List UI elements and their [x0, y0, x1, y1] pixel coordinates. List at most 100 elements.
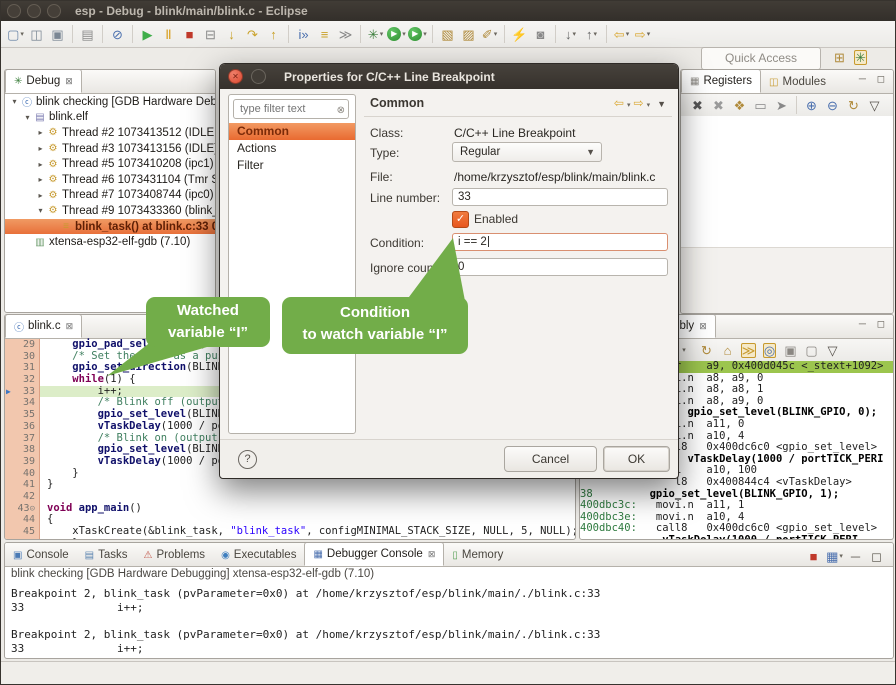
tab-modules[interactable]: ◫ Modules: [761, 71, 834, 93]
view-menu-icon[interactable]: ▽: [822, 340, 843, 360]
tab-debug[interactable]: ✳ Debug ⊠: [5, 69, 82, 93]
chevron-down-icon[interactable]: ▾: [647, 102, 651, 109]
console-output[interactable]: Breakpoint 2, blink_task (pvParameter=0x…: [11, 587, 891, 656]
home-icon[interactable]: ⌂: [717, 340, 738, 360]
type-select[interactable]: Regular▼: [452, 142, 602, 162]
tab-debugger-console[interactable]: ▦Debugger Console⊠: [304, 542, 444, 566]
line-number[interactable]: 30: [5, 351, 40, 363]
close-icon[interactable]: ⊠: [65, 76, 73, 87]
next-annotation-icon[interactable]: ↓▾: [560, 24, 581, 44]
tab-memory[interactable]: ▯Memory: [444, 544, 511, 566]
breakpoint-icon[interactable]: ▶: [6, 386, 11, 398]
search-icon[interactable]: ✐▾: [479, 24, 500, 44]
drop-to-frame-icon[interactable]: ≡: [314, 24, 335, 44]
close-icon[interactable]: ⊠: [699, 321, 707, 332]
debug-tree-row[interactable]: ▸⚙Thread #2 1073413512 (IDLE : Running): [5, 125, 215, 141]
forward-icon[interactable]: ⇨: [634, 96, 644, 110]
binary-icon[interactable]: ▤: [77, 24, 98, 44]
twisty-icon[interactable]: ▸: [35, 128, 46, 137]
minimize-icon[interactable]: ─: [845, 546, 866, 566]
dialog-nav-item-common[interactable]: Common: [229, 123, 355, 140]
twisty-icon[interactable]: ▾: [9, 97, 20, 106]
dialog-maximize-icon[interactable]: [251, 69, 266, 84]
tab-executables[interactable]: ◉Executables: [213, 544, 304, 566]
line-number[interactable]: [5, 538, 40, 540]
external-tools-icon[interactable]: ▶▾: [407, 24, 428, 44]
twisty-icon[interactable]: ▸: [35, 175, 46, 184]
fold-icon[interactable]: ⊝: [30, 504, 35, 514]
line-number[interactable]: 41: [5, 479, 40, 491]
line-number[interactable]: 32: [5, 374, 40, 386]
line-number[interactable]: 39: [5, 456, 40, 468]
back-icon[interactable]: ⇦: [614, 96, 624, 110]
window-close-icon[interactable]: [7, 4, 21, 18]
line-number[interactable]: 40: [5, 468, 40, 480]
back-icon[interactable]: ⇦▾: [611, 24, 632, 44]
pin-icon[interactable]: ▭: [750, 95, 771, 115]
debug-tree-row[interactable]: ▾⚙Thread #9 1073433360 (blink_task : S: [5, 203, 215, 219]
code-line[interactable]: 43⊝void app_main(): [5, 503, 575, 515]
cancel-button[interactable]: Cancel: [504, 446, 597, 472]
forward-icon[interactable]: ⇨▾: [632, 24, 653, 44]
twisty-icon[interactable]: ▸: [35, 160, 46, 169]
tab-tasks[interactable]: ▤Tasks: [77, 544, 136, 566]
dialog-close-icon[interactable]: ✕: [228, 69, 243, 84]
debug-tree-row[interactable]: ▾ⓒblink checking [GDB Hardware Debugging…: [5, 94, 215, 110]
debug-tree-row[interactable]: ▾▤blink.elf: [5, 110, 215, 126]
code-line[interactable]: 45 xTaskCreate(&blink_task, "blink_task"…: [5, 526, 575, 538]
close-icon[interactable]: ⊠: [66, 321, 74, 332]
dialog-nav-item-filter[interactable]: Filter: [229, 157, 355, 174]
ignore-count-input[interactable]: [452, 258, 668, 276]
line-number[interactable]: 29: [5, 339, 40, 351]
tab-registers[interactable]: ▦ Registers: [681, 69, 761, 93]
chevron-down-icon[interactable]: ▾: [627, 102, 631, 109]
line-number[interactable]: 33▶: [5, 386, 40, 398]
line-number[interactable]: 36: [5, 421, 40, 433]
twisty-icon[interactable]: ▾: [22, 113, 33, 122]
open-perspective-icon[interactable]: ⊞: [829, 47, 850, 67]
view-menu-icon[interactable]: ▽: [864, 95, 885, 115]
minimize-maximize-icons[interactable]: ─ ◻: [859, 319, 889, 330]
window-maximize-icon[interactable]: [47, 4, 61, 18]
step-filters-icon[interactable]: ≫: [335, 24, 356, 44]
debug-tree-row[interactable]: ▸⚙Thread #6 1073431104 (Tmr Svc) (Susp: [5, 172, 215, 188]
disassembly-line[interactable]: vTaskDelay(1000 / portTICK_PERI: [580, 535, 893, 540]
suspend-icon[interactable]: Ⅱ: [158, 24, 179, 44]
display-console-icon[interactable]: ▦▾: [824, 546, 845, 566]
debug-tree-row[interactable]: ≡blink_task() at blink.c:33 0x400dbc2b: [5, 219, 215, 235]
restore-icon[interactable]: ↻: [843, 95, 864, 115]
twisty-icon[interactable]: ▾: [35, 206, 46, 215]
minimize-maximize-icons[interactable]: ─ ◻: [859, 74, 889, 85]
line-number[interactable]: 42: [5, 491, 40, 503]
instruction-stepping-icon[interactable]: i»: [293, 24, 314, 44]
close-icon[interactable]: ⊠: [428, 549, 436, 560]
code-line[interactable]: 41}: [5, 479, 575, 491]
new-view-icon[interactable]: ▣: [780, 340, 801, 360]
remove-all-icon[interactable]: ✖: [708, 95, 729, 115]
debug-tree-row[interactable]: ▥xtensa-esp32-elf-gdb (7.10): [5, 234, 215, 250]
twisty-icon[interactable]: ▸: [35, 191, 46, 200]
debug-icon[interactable]: ✳▾: [365, 24, 386, 44]
filter-input[interactable]: [233, 99, 349, 119]
line-number[interactable]: 45: [5, 526, 40, 538]
help-button[interactable]: ?: [238, 450, 257, 469]
run-icon[interactable]: ▶▾: [386, 24, 407, 44]
expand-icon[interactable]: ⊕: [801, 95, 822, 115]
view-menu-icon[interactable]: ▼: [657, 99, 666, 109]
tab-console[interactable]: ▣Console: [5, 544, 77, 566]
code-line[interactable]: }: [5, 538, 575, 540]
debug-perspective-icon[interactable]: ✳: [850, 47, 871, 67]
line-number[interactable]: 43⊝: [5, 503, 40, 515]
line-number[interactable]: 34: [5, 397, 40, 409]
condition-input[interactable]: i == 2: [452, 233, 668, 251]
line-number[interactable]: 31: [5, 362, 40, 374]
remove-icon[interactable]: ✖: [687, 95, 708, 115]
ok-button[interactable]: OK: [603, 446, 670, 472]
maximize-icon[interactable]: ◻: [866, 546, 887, 566]
open-element-icon[interactable]: ▧: [437, 24, 458, 44]
step-return-icon[interactable]: ↑: [263, 24, 284, 44]
show-registers-icon[interactable]: ❖: [729, 95, 750, 115]
step-into-icon[interactable]: ↓: [221, 24, 242, 44]
pointer-icon[interactable]: ➤: [771, 95, 792, 115]
debug-tree-row[interactable]: ▸⚙Thread #5 1073410208 (ipc1) (Suspended…: [5, 156, 215, 172]
